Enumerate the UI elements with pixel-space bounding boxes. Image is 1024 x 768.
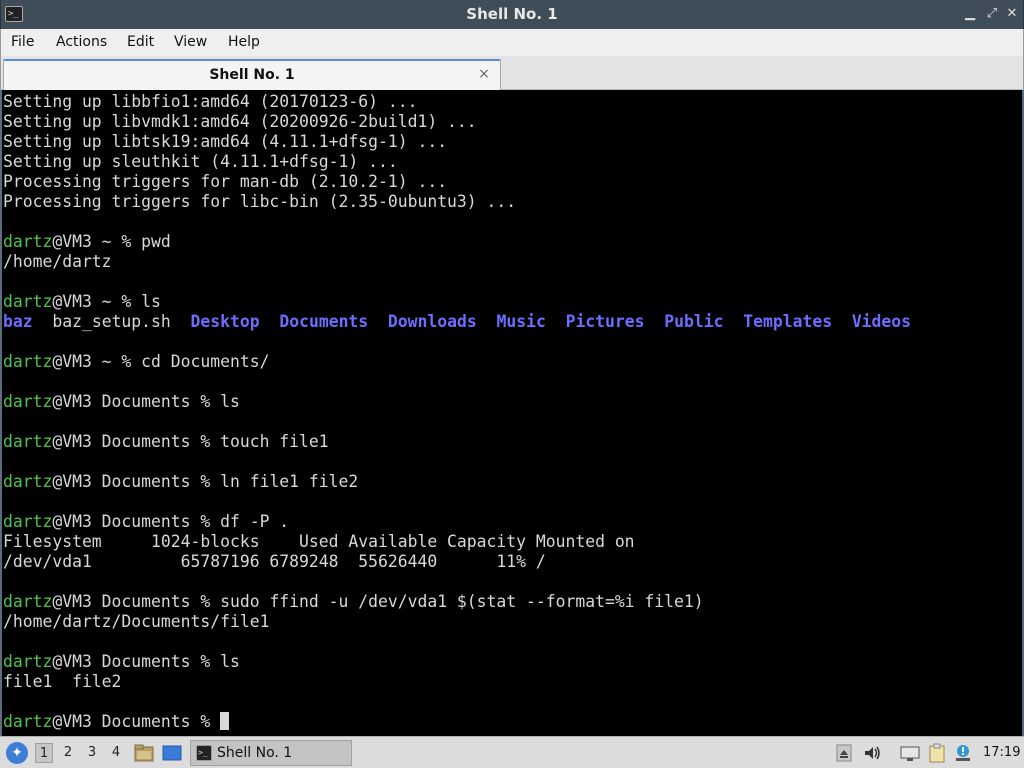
prompt-command: @VM3 Documents % sudo ffind -u /dev/vda1… <box>52 592 704 611</box>
terminal-line: /home/dartz <box>3 252 112 271</box>
menu-bar: File Actions Edit View Help <box>0 29 1024 56</box>
taskbar-task-label: Shell No. 1 <box>217 745 293 761</box>
ls-directory: Templates <box>743 312 833 331</box>
terminal-line: dartz@VM3 Documents % <box>3 712 1022 732</box>
taskbar: ✦ 1 2 3 4 >_ Shell No. 1 17:19 <box>0 736 1024 768</box>
file-manager-icon[interactable] <box>134 744 154 762</box>
prompt-user: dartz <box>3 432 53 451</box>
prompt-user: dartz <box>3 292 53 311</box>
terminal-line: Setting up sleuthkit (4.11.1+dfsg-1) ... <box>3 152 398 171</box>
ls-directory: Pictures <box>565 312 645 331</box>
ls-directory: Documents <box>279 312 369 331</box>
menu-actions[interactable]: Actions <box>56 29 107 56</box>
prompt-command: @VM3 Documents % df -P . <box>52 512 290 531</box>
show-desktop-icon[interactable] <box>162 744 182 762</box>
terminal-cursor <box>220 712 230 730</box>
prompt-user: dartz <box>3 712 53 731</box>
terminal-line: /home/dartz/Documents/file1 <box>3 612 270 631</box>
terminal-line: baz baz_setup.sh Desktop Documents Downl… <box>3 312 1022 332</box>
workspace-4[interactable]: 4 <box>107 743 125 763</box>
terminal-line: dartz@VM3 ~ % cd Documents/ <box>3 352 1022 372</box>
prompt-user: dartz <box>3 232 53 251</box>
ls-directory: baz <box>3 312 33 331</box>
tab-bar: Shell No. 1 × <box>0 56 1024 90</box>
ls-directory: Public <box>664 312 724 331</box>
terminal-line: dartz@VM3 ~ % pwd <box>3 232 1022 252</box>
close-icon[interactable]: ✕ <box>1003 4 1021 24</box>
terminal-line: Setting up libvmdk1:amd64 (20200926-2bui… <box>3 112 477 131</box>
prompt-user: dartz <box>3 472 53 491</box>
update-notification-icon[interactable] <box>954 743 972 763</box>
menu-help[interactable]: Help <box>228 29 260 56</box>
terminal-output[interactable]: Setting up libbfio1:amd64 (20170123-6) .… <box>0 90 1024 736</box>
prompt-command: @VM3 Documents % <box>52 712 221 731</box>
terminal-line: dartz@VM3 Documents % ls <box>3 652 1022 672</box>
terminal-line: Processing triggers for man-db (2.10.2-1… <box>3 172 448 191</box>
terminal-line: file1 file2 <box>3 672 122 691</box>
tab-label: Shell No. 1 <box>209 67 295 83</box>
terminal-line: dartz@VM3 Documents % df -P . <box>3 512 1022 532</box>
prompt-command: @VM3 ~ % ls <box>52 292 161 311</box>
terminal-line: dartz@VM3 Documents % ln file1 file2 <box>3 472 1022 492</box>
ls-file: baz_setup.sh <box>52 312 171 331</box>
ls-directory: Downloads <box>387 312 477 331</box>
minimize-icon[interactable]: ▁ <box>961 4 979 24</box>
window-title: Shell No. 1 <box>466 5 558 23</box>
volume-icon[interactable] <box>863 743 881 763</box>
clock: 17:19 <box>983 745 1021 760</box>
eject-icon[interactable] <box>836 743 852 763</box>
workspace-1[interactable]: 1 <box>35 743 53 763</box>
prompt-command: @VM3 Documents % ln file1 file2 <box>52 472 359 491</box>
prompt-user: dartz <box>3 512 53 531</box>
network-icon[interactable] <box>900 743 920 763</box>
prompt-command: @VM3 Documents % ls <box>52 652 240 671</box>
terminal-line: Setting up libbfio1:amd64 (20170123-6) .… <box>3 92 418 111</box>
start-menu-icon[interactable]: ✦ <box>6 742 28 764</box>
clipboard-icon[interactable] <box>928 743 946 763</box>
terminal-line: dartz@VM3 ~ % ls <box>3 292 1022 312</box>
terminal-line: Processing triggers for libc-bin (2.35-0… <box>3 192 517 211</box>
prompt-user: dartz <box>3 592 53 611</box>
prompt-user: dartz <box>3 392 53 411</box>
ls-directory: Desktop <box>190 312 260 331</box>
prompt-user: dartz <box>3 352 53 371</box>
menu-file[interactable]: File <box>11 29 34 56</box>
terminal-line: dartz@VM3 Documents % sudo ffind -u /dev… <box>3 592 1022 612</box>
tab-shell-1[interactable]: Shell No. 1 × <box>3 59 501 90</box>
terminal-line: /dev/vda1 65787196 6789248 55626440 11% … <box>3 552 546 571</box>
prompt-user: dartz <box>3 652 53 671</box>
ls-directory: Music <box>496 312 546 331</box>
taskbar-task-shell[interactable]: >_ Shell No. 1 <box>190 740 352 766</box>
prompt-command: @VM3 ~ % cd Documents/ <box>52 352 270 371</box>
terminal-line: dartz@VM3 Documents % ls <box>3 392 1022 412</box>
prompt-command: @VM3 Documents % touch file1 <box>52 432 329 451</box>
maximize-icon[interactable]: ⤢ <box>983 4 1001 24</box>
window-titlebar: >_ Shell No. 1 ▁ ⤢ ✕ <box>0 0 1024 29</box>
terminal-task-icon: >_ <box>196 745 212 761</box>
workspace-3[interactable]: 3 <box>83 743 101 763</box>
terminal-line: Filesystem 1024-blocks Used Available Ca… <box>3 532 635 551</box>
menu-view[interactable]: View <box>174 29 207 56</box>
terminal-line: Setting up libtsk19:amd64 (4.11.1+dfsg-1… <box>3 132 448 151</box>
terminal-line: dartz@VM3 Documents % touch file1 <box>3 432 1022 452</box>
ls-directory: Videos <box>851 312 912 331</box>
menu-edit[interactable]: Edit <box>127 29 154 56</box>
prompt-command: @VM3 ~ % pwd <box>52 232 171 251</box>
prompt-command: @VM3 Documents % ls <box>52 392 240 411</box>
workspace-2[interactable]: 2 <box>59 743 77 763</box>
tab-close-icon[interactable]: × <box>477 64 491 84</box>
